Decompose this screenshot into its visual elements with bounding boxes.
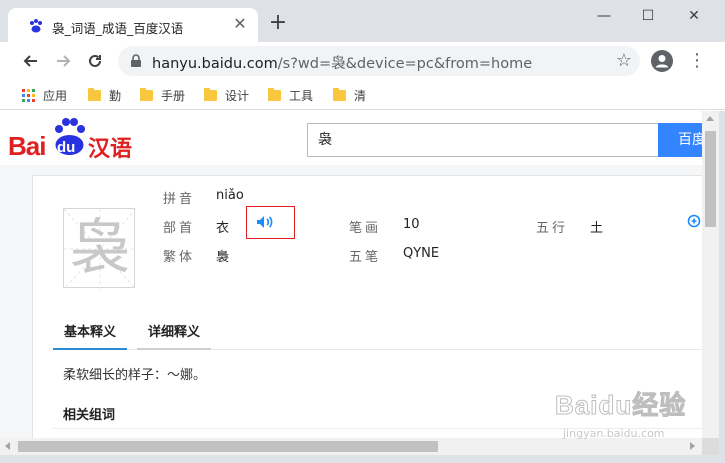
related-words-heading: 相关组词 bbox=[63, 408, 116, 423]
logo-bai: Bai bbox=[8, 131, 46, 161]
bookmark-folder-qin[interactable]: 勤 bbox=[88, 86, 121, 104]
tab-detailed-definition[interactable]: 详细释义 bbox=[137, 316, 211, 350]
baidu-paw-icon bbox=[30, 19, 42, 33]
wuxing-value: 土 bbox=[590, 221, 604, 236]
character-glyph: 袅 bbox=[70, 213, 130, 283]
window-border-right bbox=[719, 111, 725, 455]
bookmark-label: 工具 bbox=[289, 88, 314, 103]
traditional-value: 裊 bbox=[216, 250, 230, 265]
watermark-brand: Baidu经验 bbox=[554, 390, 687, 421]
site-header: Bai du 汉语 袅 百度 bbox=[0, 111, 702, 165]
new-tab-button[interactable]: + bbox=[266, 12, 290, 36]
bookmark-label: 勤 bbox=[109, 88, 122, 103]
bookmark-folder-manual[interactable]: 手册 bbox=[140, 86, 185, 104]
profile-avatar-icon[interactable] bbox=[651, 50, 673, 72]
tab-title: 袅_词语_成语_百度汉语 bbox=[52, 21, 184, 36]
bookmark-folder-tools[interactable]: 工具 bbox=[268, 86, 313, 104]
pinyin-label: 拼音 bbox=[163, 192, 196, 207]
baidu-jingyan-watermark: Baidu经验 jingyan.baidu.com bbox=[554, 385, 715, 445]
bookmark-star-icon[interactable]: ☆ bbox=[616, 51, 632, 71]
url-host: hanyu.baidu.com bbox=[152, 56, 278, 72]
wubi-value: QYNE bbox=[403, 246, 440, 261]
character-stroke-box: 袅 bbox=[63, 208, 136, 289]
folder-icon bbox=[333, 87, 346, 101]
navigation-bar: hanyu.baidu.com/s?wd=袅&device=pc&from=ho… bbox=[0, 42, 725, 80]
bookmarks-bar: 应用 勤 手册 设计 工具 清 bbox=[0, 80, 725, 110]
pronunciation-button[interactable] bbox=[246, 206, 295, 239]
tab-strip: 袅_词语_成语_百度汉语 ✕ + — ☐ ✕ bbox=[0, 0, 725, 42]
window-border-bottom bbox=[0, 455, 725, 463]
scroll-left-arrow-icon[interactable] bbox=[5, 442, 10, 450]
maximize-button[interactable]: ☐ bbox=[626, 4, 670, 28]
add-share-icon[interactable] bbox=[685, 210, 701, 228]
folder-icon bbox=[140, 87, 153, 101]
bookmark-label: 设计 bbox=[225, 88, 250, 103]
bookmark-folder-design[interactable]: 设计 bbox=[204, 86, 249, 104]
browser-tab[interactable]: 袅_词语_成语_百度汉语 ✕ bbox=[8, 8, 258, 42]
wuxing-label: 五行 bbox=[536, 221, 569, 236]
reload-button[interactable] bbox=[82, 48, 108, 74]
bookmark-label: 手册 bbox=[161, 88, 186, 103]
logo-du: du bbox=[57, 139, 76, 156]
apps-grid-icon bbox=[22, 88, 35, 102]
strokes-label: 笔画 bbox=[349, 221, 382, 236]
bookmark-label: 清 bbox=[354, 88, 367, 103]
browser-menu-icon[interactable]: ⋮ bbox=[688, 50, 706, 72]
address-bar[interactable]: hanyu.baidu.com/s?wd=袅&device=pc&from=ho… bbox=[118, 46, 640, 76]
back-button[interactable] bbox=[18, 48, 44, 74]
definition-text: 柔软细长的样子：～娜。 bbox=[63, 368, 207, 383]
speaker-icon bbox=[257, 216, 273, 228]
tab-basic-definition[interactable]: 基本释义 bbox=[53, 316, 127, 350]
url-text: hanyu.baidu.com/s?wd=袅&device=pc&from=ho… bbox=[152, 52, 532, 73]
folder-icon bbox=[268, 87, 281, 101]
bookmark-label: 应用 bbox=[43, 88, 68, 103]
tab-close-icon[interactable]: ✕ bbox=[230, 14, 250, 34]
strokes-value: 10 bbox=[403, 217, 420, 232]
baidu-hanyu-logo[interactable]: Bai du 汉语 bbox=[8, 117, 138, 162]
radical-label: 部首 bbox=[163, 221, 196, 236]
folder-icon bbox=[204, 87, 217, 101]
reload-icon bbox=[89, 54, 101, 67]
close-window-button[interactable]: ✕ bbox=[672, 4, 716, 28]
wubi-label: 五笔 bbox=[349, 250, 382, 265]
scroll-up-arrow-icon[interactable] bbox=[706, 116, 714, 121]
search-button[interactable]: 百度 bbox=[658, 123, 702, 157]
definition-tabs: 基本释义 详细释义 bbox=[53, 316, 702, 350]
back-arrow-icon bbox=[23, 55, 37, 67]
horizontal-scroll-thumb[interactable] bbox=[18, 441, 438, 452]
forward-arrow-icon bbox=[57, 55, 71, 67]
lock-icon bbox=[131, 54, 141, 67]
bookmark-folder-qing[interactable]: 清 bbox=[333, 86, 366, 104]
bookmark-apps[interactable]: 应用 bbox=[22, 86, 67, 104]
vertical-scroll-thumb[interactable] bbox=[705, 131, 716, 227]
traditional-label: 繁体 bbox=[163, 250, 196, 265]
folder-icon bbox=[88, 87, 101, 101]
pinyin-value: niǎo bbox=[216, 188, 244, 203]
minimize-button[interactable]: — bbox=[582, 4, 626, 28]
search-input[interactable]: 袅 bbox=[307, 123, 659, 157]
forward-button[interactable] bbox=[50, 48, 76, 74]
watermark-url: jingyan.baidu.com bbox=[563, 427, 665, 440]
radical-value: 衣 bbox=[216, 221, 230, 236]
logo-hanyu: 汉语 bbox=[88, 137, 133, 162]
url-path: /s?wd=袅&device=pc&from=home bbox=[277, 56, 533, 72]
